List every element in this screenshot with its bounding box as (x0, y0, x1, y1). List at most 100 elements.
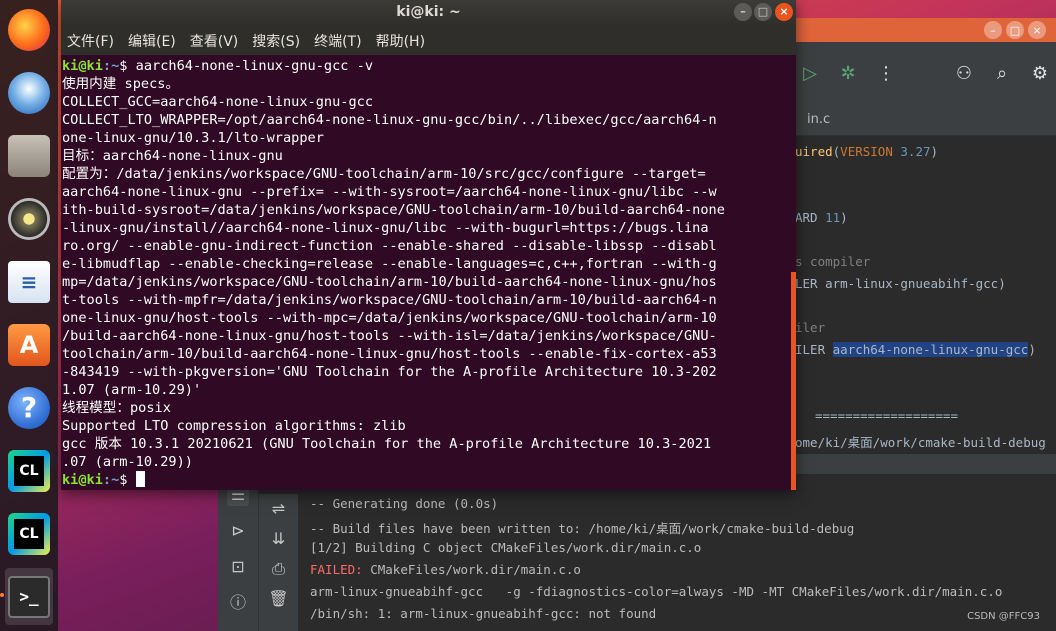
code-line: LER arm-linux-gnueabihf-gcc) (795, 276, 1006, 291)
menu-file[interactable]: 文件(F) (67, 31, 114, 51)
terminal-output[interactable]: ki@ki:~$ aarch64-none-linux-gnu-gcc -v 使… (61, 55, 786, 490)
panel-bar (795, 454, 1056, 474)
dock-item-files[interactable] (5, 128, 53, 185)
output-line: gcc 版本 10.3.1 20210621 (GNU Toolchain fo… (62, 436, 712, 452)
files-icon (8, 135, 50, 178)
menu-search[interactable]: 搜索(S) (252, 31, 300, 51)
output-line: -linux-gnu/install//aarch64-none-linux-g… (62, 220, 709, 236)
terminal-tool-icon[interactable]: ⊡ (227, 556, 249, 578)
wrap-icon[interactable]: ⇌ (268, 498, 290, 520)
watermark: CSDN @FFC93 (967, 611, 1040, 622)
dock-item-help[interactable]: ? (5, 379, 53, 436)
prompt-path: :~ (102, 58, 120, 74)
build-console[interactable]: -- Generating done (0.0s) -- Build files… (298, 482, 1056, 631)
bg-minimize-button[interactable]: – (984, 21, 1002, 39)
terminal-window[interactable]: ki@ki: ~ – □ × 文件(F) 编辑(E) 查看(V) 搜索(S) 终… (61, 0, 796, 490)
dock-item-firefox[interactable] (5, 2, 53, 59)
text-cursor (135, 471, 145, 487)
trash-icon[interactable]: 🗑 (268, 588, 290, 610)
console-line: /bin/sh: 1: arm-linux-gnueabihf-gcc: not… (310, 606, 657, 621)
output-line: 使用内建 specs。 (62, 76, 180, 92)
prompt-symbol: $ (119, 472, 136, 488)
run-icon[interactable]: ▷ (799, 63, 821, 84)
dock-item-software[interactable]: A (5, 317, 53, 374)
print-icon[interactable]: ⎙ (268, 558, 290, 580)
debug-icon[interactable]: ✲ (837, 63, 859, 84)
code-token: 11 (825, 210, 841, 225)
dock-item-thunderbird[interactable] (5, 65, 53, 122)
ide-toolbar: ▷ ✲ ⋮ ⚇ ⌕ ⚙ (795, 42, 1056, 104)
terminal-titlebar[interactable]: ki@ki: ~ – □ × (61, 0, 796, 26)
menu-terminal[interactable]: 终端(T) (314, 31, 361, 51)
editor-tab-main-c[interactable]: in.c (795, 104, 1056, 136)
code-token: 3.27 (900, 144, 931, 159)
output-line: .07 (arm-10.29)) (62, 454, 193, 470)
code-token: uired (795, 144, 833, 159)
services-icon[interactable]: ⊳ (227, 520, 249, 542)
maximize-button[interactable]: □ (754, 3, 772, 21)
code-token: LER arm-linux-gnueabihf-gcc) (795, 276, 1006, 291)
output-line: COLLECT_LTO_WRAPPER=/opt/aarch64-none-li… (62, 112, 717, 128)
console-line: -- Build files have been written to: /ho… (310, 521, 855, 536)
output-line: Supported LTO compression algorithms: zl… (62, 418, 406, 434)
minimize-button[interactable]: – (734, 3, 752, 21)
gear-icon[interactable]: ⚙ (1029, 63, 1051, 84)
highlighted-compiler-name: aarch64-none-linux-gnu-gcc (832, 342, 1029, 357)
menu-edit[interactable]: 编辑(E) (128, 31, 176, 51)
output-line: ith-build-sysroot=/data/jenkins/workspac… (62, 202, 725, 218)
output-line: 线程模型：posix (62, 400, 171, 416)
menu-help[interactable]: 帮助(H) (376, 31, 425, 51)
output-line: -843419 --with-pkgversion='GNU Toolchain… (62, 364, 717, 380)
help-icon: ? (8, 386, 50, 429)
more-icon[interactable]: ⋮ (875, 63, 897, 84)
dock-item-terminal[interactable]: >_ (0, 568, 53, 626)
bg-close-button[interactable]: × (1028, 21, 1046, 39)
failed-target: CMakeFiles/work.dir/main.c.o (370, 562, 581, 577)
editor-tab-label: in.c (807, 112, 831, 127)
dock-item-clion[interactable]: CL (5, 442, 53, 499)
output-line: 配置为：/data/jenkins/workspace/GNU-toolchai… (62, 166, 706, 182)
prompt-path: :~ (102, 472, 120, 488)
terminal-title: ki@ki: ~ (396, 4, 461, 20)
thunderbird-icon (8, 72, 50, 115)
dock: ≡ A ? CL CL >_ (0, 0, 58, 631)
output-line: mp=/data/jenkins/workspace/GNU-toolchain… (62, 274, 717, 290)
code-editor[interactable]: uired(VERSION 3.27) ARD 11) s compiler L… (795, 136, 1056, 396)
code-comment: s compiler (795, 254, 871, 269)
console-separator: =================== (815, 408, 958, 423)
prompt-symbol: $ (119, 58, 136, 74)
scroll-to-end-icon[interactable]: ⇊ (268, 528, 290, 550)
add-user-icon[interactable]: ⚇ (953, 63, 975, 84)
terminal-icon: >_ (8, 575, 50, 618)
firefox-icon (8, 9, 50, 52)
dock-item-writer[interactable]: ≡ (5, 254, 53, 311)
code-line: iler (795, 320, 825, 335)
code-token: VERSION (840, 144, 893, 159)
clion-label: CL (14, 455, 44, 486)
code-token: ) (1028, 342, 1036, 357)
rhythmbox-icon (8, 198, 50, 241)
output-line: t-tools --with-mpfr=/data/jenkins/worksp… (62, 292, 717, 308)
console-line: -- Generating done (0.0s) (310, 496, 499, 511)
code-token: ARD (795, 210, 826, 225)
clion-icon: CL (8, 449, 50, 492)
code-line: ARD 11) (795, 210, 848, 225)
terminal-menubar: 文件(F) 编辑(E) 查看(V) 搜索(S) 终端(T) 帮助(H) (61, 26, 796, 55)
prompt-user: ki@ki (62, 472, 103, 488)
prompt-line: ki@ki:~$ (62, 471, 786, 489)
terminal-scrollbar[interactable] (791, 272, 796, 490)
tool-window-bar: ☰ ⊳ ⊡ ⓘ (218, 482, 258, 631)
output-line: 1.07 (arm-10.29)' (62, 382, 202, 398)
output-line: aarch64-none-linux-gnu --prefix= --with-… (62, 184, 717, 200)
output-line: one-linux-gnu/10.3.1/lto-wrapper (62, 130, 324, 146)
menu-view[interactable]: 查看(V) (190, 31, 239, 51)
search-icon[interactable]: ⌕ (991, 63, 1013, 84)
problems-icon[interactable]: ⓘ (227, 592, 249, 614)
dock-item-clion-2[interactable]: CL (5, 505, 53, 562)
bg-maximize-button[interactable]: □ (1006, 21, 1024, 39)
close-button[interactable]: × (775, 3, 793, 21)
output-line: toolchain/arm-10/build-aarch64-none-linu… (62, 346, 717, 362)
dock-item-rhythmbox[interactable] (5, 191, 53, 248)
clion-icon: CL (8, 512, 50, 555)
console-actions: ⇌ ⇊ ⎙ 🗑 (258, 494, 298, 631)
